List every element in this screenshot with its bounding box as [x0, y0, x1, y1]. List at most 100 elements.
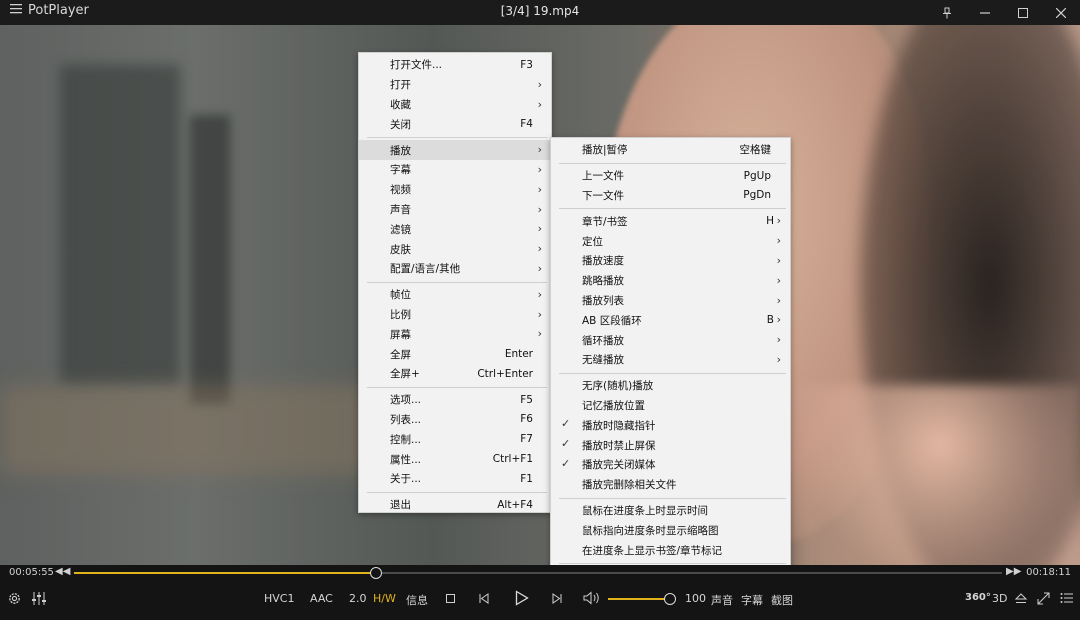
- menu-item[interactable]: 字幕 ›: [359, 160, 551, 180]
- menu-item[interactable]: 鼠标在进度条上时显示时间: [551, 501, 790, 521]
- menu-item-label: 滤镜: [390, 223, 411, 236]
- playlist-button[interactable]: [1060, 592, 1073, 604]
- menu-item[interactable]: 帧位 ›: [359, 285, 551, 305]
- chevron-right-icon: ›: [537, 202, 542, 216]
- menu-item[interactable]: 比例 ›: [359, 305, 551, 325]
- menu-item[interactable]: 鼠标指向进度条时显示缩略图: [551, 520, 790, 540]
- menu-item-label: 收藏: [390, 98, 411, 111]
- menu-item-label: 打开: [390, 79, 411, 92]
- context-menu-main: 打开文件... F3 打开 › 收藏 › 关闭 F4 播放 › 字幕 › 视频 › 声音 › 滤镜 › 皮肤 › 配置/…: [358, 52, 552, 513]
- menu-item[interactable]: 打开 ›: [359, 75, 551, 95]
- play-button[interactable]: [515, 590, 529, 606]
- menu-item[interactable]: ✓ 播放时禁止屏保: [551, 435, 790, 455]
- menu-item-label: 章节/书签: [582, 215, 628, 228]
- menu-item[interactable]: 无序(随机)播放: [551, 376, 790, 396]
- menu-item[interactable]: 下一文件 PgDn: [551, 186, 790, 206]
- menu-item[interactable]: 滤镜 ›: [359, 219, 551, 239]
- fullscreen-button[interactable]: [1037, 592, 1050, 605]
- next-button[interactable]: [552, 593, 562, 604]
- close-button[interactable]: [1042, 0, 1080, 25]
- chevron-right-icon: ›: [537, 162, 542, 176]
- sound-button[interactable]: 声音: [711, 592, 733, 608]
- previous-button[interactable]: [479, 593, 489, 604]
- volume-button[interactable]: [583, 591, 601, 605]
- chevron-right-icon: ›: [537, 97, 542, 111]
- menu-item[interactable]: 全屏+ Ctrl+Enter: [359, 364, 551, 384]
- menu-item[interactable]: 在进度条上显示书签/章节标记: [551, 540, 790, 560]
- volume-slider-track[interactable]: [608, 598, 670, 600]
- equalizer-icon[interactable]: [31, 591, 47, 606]
- menu-item-label: 鼠标指向进度条时显示缩略图: [582, 524, 719, 537]
- menu-item[interactable]: 选项... F5: [359, 390, 551, 410]
- expand-icon: [1037, 592, 1050, 605]
- menu-separator: [367, 281, 547, 283]
- menu-item[interactable]: 记忆播放位置: [551, 396, 790, 416]
- menu-item[interactable]: 声音 ›: [359, 200, 551, 220]
- stop-button[interactable]: [446, 594, 455, 603]
- menu-item[interactable]: 关于... F1: [359, 469, 551, 489]
- chevron-right-icon: ›: [776, 253, 781, 267]
- screenshot-button[interactable]: 截图: [771, 592, 793, 608]
- menu-item[interactable]: 视频 ›: [359, 180, 551, 200]
- subtitle-button[interactable]: 字幕: [741, 592, 763, 608]
- menu-separator: [559, 497, 786, 499]
- menu-item[interactable]: 章节/书签 H ›: [551, 211, 790, 231]
- menu-item[interactable]: 跳略播放 ›: [551, 271, 790, 291]
- settings-gear-icon[interactable]: [7, 591, 22, 606]
- control-bar: HVC1 AAC 2.0 H/W 信息 100 声音 字幕 截图 360° 3D: [0, 582, 1080, 620]
- menu-item[interactable]: ✓ 播放时隐藏指针: [551, 415, 790, 435]
- hardware-decode-toggle[interactable]: H/W: [373, 592, 396, 605]
- eject-button[interactable]: [1015, 593, 1027, 604]
- video-background-shape: [190, 115, 230, 405]
- menu-item[interactable]: 无缝播放 ›: [551, 350, 790, 370]
- menu-item[interactable]: 播放完删除相关文件: [551, 475, 790, 495]
- menu-item[interactable]: 播放 ›: [359, 140, 551, 160]
- menu-item[interactable]: 上一文件 PgUp: [551, 166, 790, 186]
- menu-separator: [559, 208, 786, 210]
- volume-value: 100: [685, 592, 706, 605]
- menu-item[interactable]: 退出 Alt+F4: [359, 495, 551, 515]
- info-button[interactable]: 信息: [406, 592, 428, 608]
- vr-360-button[interactable]: 360°: [965, 592, 991, 603]
- chevron-right-icon: ›: [537, 182, 542, 196]
- menu-item[interactable]: AB 区段循环 B ›: [551, 310, 790, 330]
- volume-slider-handle[interactable]: [664, 593, 676, 605]
- menu-item[interactable]: 全屏 Enter: [359, 344, 551, 364]
- menu-item[interactable]: 收藏 ›: [359, 95, 551, 115]
- menu-item[interactable]: 配置/语言/其他 ›: [359, 259, 551, 279]
- audio-channels-label[interactable]: 2.0: [349, 592, 367, 605]
- menu-item-label: 控制...: [390, 433, 422, 446]
- menu-item[interactable]: ✓ 播放完关闭媒体: [551, 455, 790, 475]
- seek-forward-icon[interactable]: ▶▶: [1006, 566, 1021, 577]
- menu-item[interactable]: 关闭 F4: [359, 114, 551, 134]
- seek-back-icon[interactable]: ◀◀: [55, 566, 70, 577]
- menu-item-label: 属性...: [390, 453, 422, 466]
- menu-item[interactable]: 屏幕 ›: [359, 324, 551, 344]
- menu-item[interactable]: 属性... Ctrl+F1: [359, 449, 551, 469]
- video-codec-label[interactable]: HVC1: [264, 592, 294, 605]
- menu-item[interactable]: 播放速度 ›: [551, 251, 790, 271]
- menu-item[interactable]: 播放|暂停 空格键: [551, 140, 790, 160]
- menu-item-shortcut: F4: [520, 118, 533, 131]
- menu-item[interactable]: 播放列表 ›: [551, 291, 790, 311]
- menu-item-label: 播放时隐藏指针: [582, 419, 656, 432]
- menu-item-shortcut: F7: [520, 433, 533, 446]
- audio-codec-label[interactable]: AAC: [310, 592, 333, 605]
- menu-item[interactable]: 循环播放 ›: [551, 330, 790, 350]
- menu-item-label: 播放: [390, 144, 411, 157]
- seek-handle[interactable]: [370, 567, 383, 579]
- menu-item[interactable]: 打开文件... F3: [359, 55, 551, 75]
- seek-bar-row: 00:05:55 ◀◀ ▶▶ 00:18:11: [0, 565, 1080, 582]
- maximize-button[interactable]: [1004, 0, 1042, 25]
- menu-item[interactable]: 控制... F7: [359, 429, 551, 449]
- seek-track[interactable]: [74, 567, 1002, 579]
- checkmark-icon: ✓: [561, 437, 571, 451]
- pin-button[interactable]: [928, 0, 966, 25]
- menu-item[interactable]: 皮肤 ›: [359, 239, 551, 259]
- close-icon: [1056, 7, 1066, 18]
- 3d-mode-button[interactable]: 3D: [992, 592, 1007, 605]
- menu-item[interactable]: 定位 ›: [551, 231, 790, 251]
- minimize-button[interactable]: [966, 0, 1004, 25]
- menu-item-label: 循环播放: [582, 334, 624, 347]
- menu-item[interactable]: 列表... F6: [359, 410, 551, 430]
